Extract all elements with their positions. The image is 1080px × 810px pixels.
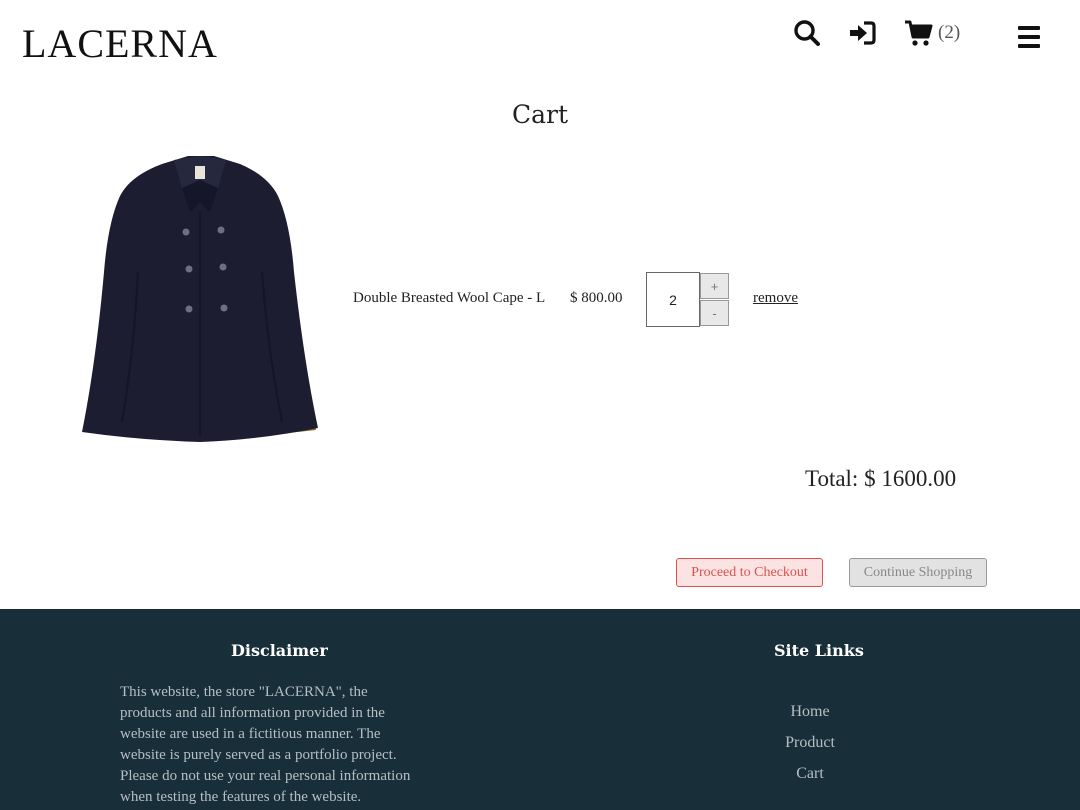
product-image[interactable] <box>78 152 323 447</box>
page-title: Cart <box>511 100 569 129</box>
cart-count: (2) <box>938 22 961 43</box>
site-header: LACERNA (2) <box>0 0 1080 90</box>
continue-shopping-button[interactable]: Continue Shopping <box>849 558 987 587</box>
logo[interactable]: LACERNA <box>22 20 218 67</box>
search-icon[interactable] <box>793 18 821 48</box>
cart-total: Total: $ 1600.00 <box>805 466 957 491</box>
footer-link-home[interactable]: Home <box>760 703 860 721</box>
cart-item-price: $ 800.00 <box>570 290 623 306</box>
cart-link[interactable]: (2) <box>904 18 960 48</box>
menu-icon[interactable] <box>1018 22 1040 52</box>
quantity-input[interactable]: 2 <box>646 272 700 327</box>
cart-item-name[interactable]: Double Breasted Wool Cape - L <box>353 290 545 307</box>
disclaimer-heading: Disclaimer <box>231 641 328 660</box>
proceed-to-checkout-button[interactable]: Proceed to Checkout <box>676 558 823 587</box>
sign-in-icon[interactable] <box>848 18 876 48</box>
cart-icon <box>904 19 933 47</box>
footer-link-product[interactable]: Product <box>760 734 860 752</box>
site-footer: Disclaimer This website, the store "LACE… <box>0 609 1080 810</box>
quantity-increase-button[interactable]: + <box>700 273 729 299</box>
disclaimer-text: This website, the store "LACERNA", the p… <box>120 684 411 805</box>
site-links-heading: Site Links <box>774 641 864 660</box>
remove-item-link[interactable]: remove <box>753 290 798 307</box>
quantity-decrease-button[interactable]: - <box>700 300 729 326</box>
footer-link-cart[interactable]: Cart <box>760 765 860 783</box>
